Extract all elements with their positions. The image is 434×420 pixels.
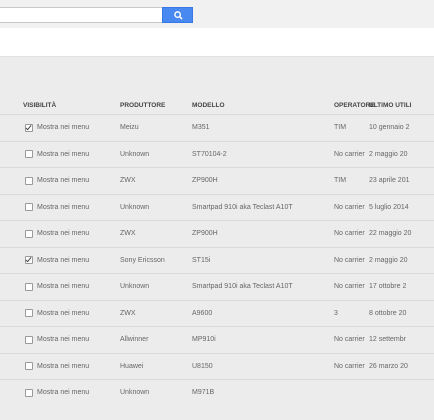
last-used-cell: 10 gennaio 2 bbox=[369, 124, 410, 132]
last-used-cell: 8 ottobre 20 bbox=[369, 309, 407, 317]
show-in-menu-checkbox[interactable] bbox=[25, 335, 33, 344]
manufacturer-cell: ZWX bbox=[120, 177, 136, 185]
last-used-cell: 17 ottobre 2 bbox=[369, 283, 407, 291]
model-cell: A9600 bbox=[192, 309, 213, 317]
header-model[interactable]: MODELLO bbox=[192, 90, 332, 114]
top-bar bbox=[0, 0, 434, 28]
search-button[interactable] bbox=[162, 7, 193, 23]
model-cell: ST15i bbox=[192, 256, 211, 264]
manufacturer-cell: ZWX bbox=[120, 309, 136, 317]
show-in-menu-label[interactable]: Mostra nei menu bbox=[37, 151, 89, 158]
table-row: Mostra nei menu Huawei U8150 No carrier 26 m… bbox=[0, 352, 434, 380]
show-in-menu-label[interactable]: Mostra nei menu bbox=[37, 283, 89, 290]
show-in-menu-label[interactable]: Mostra nei menu bbox=[37, 124, 89, 131]
table-row: Mostra nei menu ZWX ZP900H TIM 23 aprile 201 bbox=[0, 167, 434, 194]
table-row: Mostra nei menu Allwinner MP910i No carrier… bbox=[0, 326, 434, 353]
search-input[interactable] bbox=[0, 7, 169, 23]
show-in-menu-checkbox[interactable] bbox=[25, 256, 33, 265]
visibility-cell: Mostra nei menu bbox=[23, 168, 118, 194]
visibility-cell: Mostra nei menu bbox=[23, 354, 118, 380]
visibility-cell: Mostra nei menu bbox=[23, 221, 118, 247]
show-in-menu-label[interactable]: Mostra nei menu bbox=[37, 177, 89, 184]
devices-table: VISIBILITÀ PRODUTTORE MODELLO OPERATORE … bbox=[0, 90, 434, 406]
visibility-cell: Mostra nei menu bbox=[23, 274, 118, 300]
manufacturer-cell: Unknown bbox=[120, 203, 150, 211]
visibility-cell: Mostra nei menu bbox=[23, 195, 118, 221]
last-used-cell: 2 maggio 20 bbox=[369, 256, 408, 264]
search-icon bbox=[174, 11, 183, 20]
model-cell: ST70104-2 bbox=[192, 150, 227, 158]
show-in-menu-checkbox[interactable] bbox=[25, 150, 33, 159]
model-cell: Smartpad 910i aka Teclast A10T bbox=[192, 203, 293, 211]
table-row: Mostra nei menu Unknown ST70104-2 No carrie… bbox=[0, 140, 434, 168]
show-in-menu-label[interactable]: Mostra nei menu bbox=[37, 257, 89, 264]
show-in-menu-label[interactable]: Mostra nei menu bbox=[37, 230, 89, 237]
visibility-cell: Mostra nei menu bbox=[23, 142, 118, 168]
model-cell: ZP900H bbox=[192, 177, 218, 185]
manufacturer-cell: ZWX bbox=[120, 230, 136, 238]
last-used-cell: 23 aprile 201 bbox=[369, 177, 410, 185]
table-row: Mostra nei menu Unknown Smartpad 910i aka … bbox=[0, 193, 434, 221]
table-row: Mostra nei menu Unknown M971B bbox=[0, 379, 434, 406]
show-in-menu-checkbox[interactable] bbox=[25, 203, 33, 212]
show-in-menu-checkbox[interactable] bbox=[25, 229, 33, 238]
visibility-cell: Mostra nei menu bbox=[23, 380, 118, 406]
model-cell: ZP900H bbox=[192, 230, 218, 238]
table-row: Mostra nei menu ZWX A9600 3 8 ottobre 20 bbox=[0, 299, 434, 327]
header-manufacturer[interactable]: PRODUTTORE bbox=[120, 90, 190, 114]
table-row: Mostra nei menu Meizu M351 TIM 10 gennaio 2 bbox=[0, 114, 434, 141]
show-in-menu-label[interactable]: Mostra nei menu bbox=[37, 336, 89, 343]
last-used-cell: 12 settembr bbox=[369, 336, 406, 344]
manufacturer-cell: Unknown bbox=[120, 389, 150, 397]
model-cell: M351 bbox=[192, 124, 210, 132]
toolbar-area bbox=[0, 28, 434, 56]
table-row: Mostra nei menu Unknown Smartpad 910i aka … bbox=[0, 273, 434, 300]
show-in-menu-checkbox[interactable] bbox=[25, 309, 33, 318]
manufacturer-cell: Sony Ericsson bbox=[120, 256, 165, 264]
show-in-menu-label[interactable]: Mostra nei menu bbox=[37, 310, 89, 317]
visibility-cell: Mostra nei menu bbox=[23, 301, 118, 327]
visibility-cell: Mostra nei menu bbox=[23, 115, 118, 141]
show-in-menu-checkbox[interactable] bbox=[25, 123, 33, 132]
manufacturer-cell: Unknown bbox=[120, 150, 150, 158]
show-in-menu-label[interactable]: Mostra nei menu bbox=[37, 389, 89, 396]
manufacturer-cell: Allwinner bbox=[120, 336, 149, 344]
header-last-used[interactable]: ULTIMO UTILI bbox=[369, 90, 434, 114]
model-cell: Smartpad 910i aka Teclast A10T bbox=[192, 283, 293, 291]
show-in-menu-checkbox[interactable] bbox=[25, 282, 33, 291]
model-cell: MP910i bbox=[192, 336, 216, 344]
manufacturer-cell: Huawei bbox=[120, 362, 144, 370]
show-in-menu-checkbox[interactable] bbox=[25, 388, 33, 397]
header-visibility[interactable]: VISIBILITÀ bbox=[23, 90, 118, 114]
show-in-menu-checkbox[interactable] bbox=[25, 362, 33, 371]
manufacturer-cell: Unknown bbox=[120, 283, 150, 291]
last-used-cell: 22 maggio 20 bbox=[369, 230, 412, 238]
manufacturer-cell: Meizu bbox=[120, 124, 139, 132]
visibility-cell: Mostra nei menu bbox=[23, 248, 118, 274]
show-in-menu-label[interactable]: Mostra nei menu bbox=[37, 363, 89, 370]
table-row: Mostra nei menu Sony Ericsson ST15i No carr… bbox=[0, 246, 434, 274]
show-in-menu-label[interactable]: Mostra nei menu bbox=[37, 204, 89, 211]
visibility-cell: Mostra nei menu bbox=[23, 327, 118, 353]
model-cell: M971B bbox=[192, 389, 215, 397]
last-used-cell: 2 maggio 20 bbox=[369, 150, 408, 158]
table-header: VISIBILITÀ PRODUTTORE MODELLO OPERATORE … bbox=[0, 90, 434, 114]
last-used-cell bbox=[369, 380, 434, 406]
model-cell: U8150 bbox=[192, 362, 213, 370]
show-in-menu-checkbox[interactable] bbox=[25, 176, 33, 185]
last-used-cell: 26 marzo 20 bbox=[369, 362, 408, 370]
last-used-cell: 5 luglio 2014 bbox=[369, 203, 409, 211]
divider bbox=[0, 56, 434, 57]
table-row: Mostra nei menu ZWX ZP900H No carrier 22 mag… bbox=[0, 220, 434, 247]
